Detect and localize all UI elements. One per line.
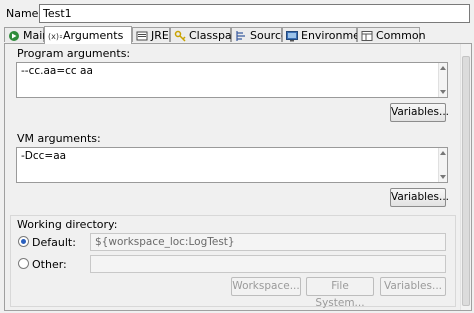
- tab-classpath[interactable]: Classpath: [170, 27, 243, 42]
- program-arguments-scrollbar[interactable]: [438, 63, 447, 97]
- tab-bar: Main (x)= Arguments JRE Classpath Source…: [4, 26, 472, 44]
- program-arguments-input[interactable]: --cc.aa=cc aa: [16, 62, 448, 98]
- name-field[interactable]: Test1: [39, 4, 470, 23]
- other-radio[interactable]: [18, 258, 29, 269]
- scroll-up-arrow-icon[interactable]: [440, 151, 446, 155]
- default-directory-field: ${workspace_loc:LogTest}: [90, 233, 446, 251]
- scroll-down-arrow-icon[interactable]: [440, 175, 446, 179]
- environment-icon: [286, 30, 298, 42]
- common-icon: [361, 30, 373, 42]
- jre-icon: [136, 30, 148, 42]
- vm-arguments-value: -Dcc=aa: [21, 150, 67, 162]
- tab-main[interactable]: Main: [4, 27, 49, 42]
- vm-arguments-input[interactable]: -Dcc=aa: [16, 147, 448, 183]
- tab-jre[interactable]: JRE: [132, 27, 170, 42]
- working-dir-variables-button[interactable]: Variables...: [380, 277, 446, 296]
- other-directory-field[interactable]: [90, 255, 446, 273]
- working-directory-label: Working directory:: [17, 218, 118, 231]
- vm-arguments-label: VM arguments:: [17, 132, 101, 145]
- svg-text:(x)=: (x)=: [48, 32, 62, 41]
- vm-arguments-scrollbar[interactable]: [438, 148, 447, 182]
- vm-variables-button[interactable]: Variables...: [390, 188, 449, 207]
- tab-source[interactable]: Source: [231, 27, 288, 42]
- main-icon: [8, 30, 20, 42]
- source-icon: [235, 30, 247, 42]
- tab-label: Arguments: [63, 29, 124, 42]
- other-radio-label: Other:: [32, 258, 67, 271]
- scroll-up-arrow-icon[interactable]: [440, 66, 446, 70]
- tab-arguments[interactable]: (x)= Arguments: [44, 26, 132, 44]
- tab-common[interactable]: Common: [357, 27, 426, 42]
- program-variables-button[interactable]: Variables...: [390, 103, 449, 122]
- default-radio[interactable]: [18, 236, 29, 247]
- panel-scrollbar[interactable]: [460, 44, 471, 310]
- name-label: Name:: [6, 7, 43, 20]
- tab-label: JRE: [151, 28, 169, 42]
- file-system-button[interactable]: File System...: [306, 277, 374, 309]
- workspace-button[interactable]: Workspace...: [231, 277, 301, 296]
- program-arguments-value: --cc.aa=cc aa: [21, 65, 93, 77]
- default-radio-label: Default:: [32, 236, 76, 249]
- program-arguments-label: Program arguments:: [17, 47, 131, 60]
- scroll-down-arrow-icon[interactable]: [440, 90, 446, 94]
- arguments-icon: (x)=: [48, 30, 66, 42]
- tab-environment[interactable]: Environment: [282, 27, 371, 42]
- classpath-icon: [174, 30, 186, 42]
- tab-label: Common: [376, 28, 426, 42]
- panel-scrollbar-thumb[interactable]: [462, 56, 470, 306]
